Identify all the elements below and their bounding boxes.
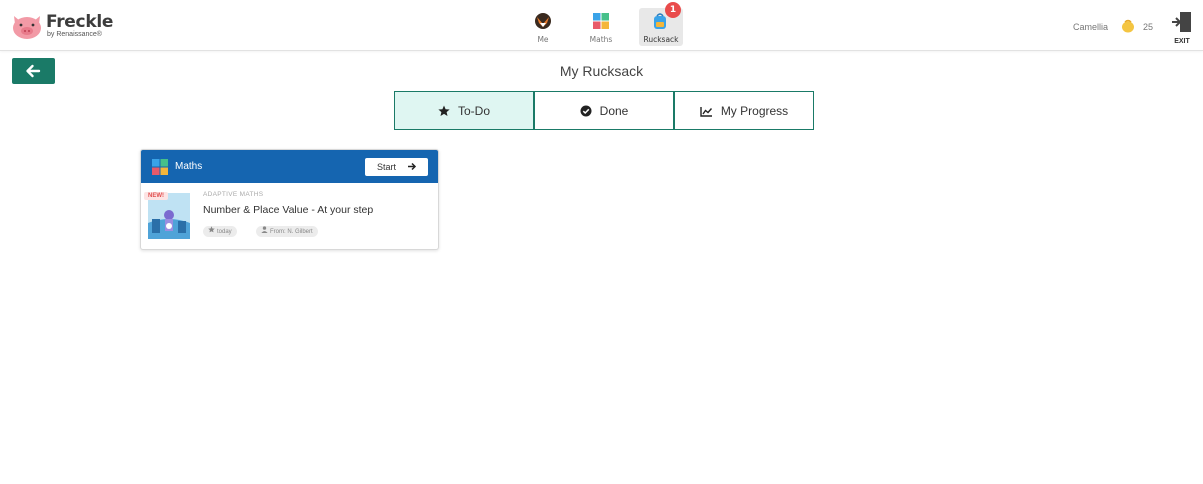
nav-tab-me[interactable]: Me	[522, 8, 564, 46]
tab-todo[interactable]: To-Do	[394, 91, 534, 130]
user-area: Camellia 25 EXIT	[1063, 8, 1193, 46]
pig-logo-icon	[13, 16, 41, 39]
nav-tab-label: Rucksack	[643, 35, 679, 44]
notification-badge: 1	[665, 2, 681, 18]
nav-tab-label: Me	[537, 35, 549, 44]
card-header: Maths Start	[141, 150, 438, 183]
tab-label: Done	[599, 104, 629, 118]
exit-button[interactable]: EXIT	[1171, 10, 1193, 46]
maths-blocks-icon	[152, 159, 168, 175]
check-circle-icon	[580, 105, 592, 117]
star-icon	[438, 105, 450, 116]
exit-door-icon	[1172, 12, 1191, 32]
assignment-title: Number & Place Value - At your step	[203, 204, 374, 216]
tab-my-progress[interactable]: My Progress	[674, 91, 814, 130]
rucksack-tabs: To-Do Done My Progress	[394, 91, 814, 130]
username[interactable]: Camellia	[1073, 22, 1108, 32]
new-badge: NEW!	[144, 192, 168, 200]
tab-label: To-Do	[457, 104, 490, 118]
tab-label: My Progress	[720, 104, 789, 118]
nav-tab-label: Maths	[589, 35, 613, 44]
freckle-logo[interactable]: Freckle by Renaissance®	[10, 10, 120, 44]
due-label: today	[217, 229, 232, 235]
start-label: Start	[377, 162, 397, 172]
fox-avatar-icon	[535, 13, 551, 29]
coin-icon	[1122, 19, 1134, 33]
chart-line-icon	[700, 107, 712, 117]
nav-tab-rucksack[interactable]: 1 Rucksack	[639, 2, 683, 46]
tab-done[interactable]: Done	[534, 91, 674, 130]
maths-blocks-icon	[593, 13, 609, 29]
exit-label: EXIT	[1174, 38, 1190, 45]
arrow-right-icon	[408, 162, 417, 171]
star-icon	[208, 226, 215, 233]
assignment-kicker: ADAPTIVE MATHS	[203, 191, 264, 198]
nav-tab-maths[interactable]: Maths	[580, 8, 622, 46]
from-pill: From: N. Gilbert	[256, 226, 318, 237]
page-title: My Rucksack	[559, 63, 644, 79]
top-bar: Freckle by Renaissance® Me Maths 1 Rucks…	[0, 0, 1203, 51]
brand-subtitle: by Renaissance®	[47, 31, 102, 38]
from-label: From: N. Gilbert	[270, 229, 313, 235]
coin-count: 25	[1142, 22, 1153, 32]
assignment-card[interactable]: Maths Start NEW! ADAPTIVE MATHS Number &…	[140, 149, 439, 250]
start-button[interactable]: Start	[365, 158, 428, 176]
due-pill: today	[203, 226, 237, 237]
user-icon	[261, 226, 268, 233]
card-subject: Maths	[175, 161, 203, 172]
brand-name: Freckle	[46, 12, 114, 32]
